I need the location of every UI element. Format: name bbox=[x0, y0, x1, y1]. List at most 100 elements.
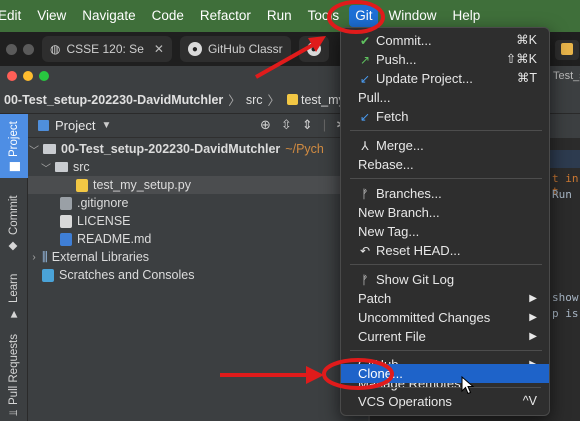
browser-tab-title: GitHub Classr bbox=[207, 42, 283, 56]
tool-window-strip: ▆ Project ◆ Commit ▼ Learn ⫫ Pull Reques… bbox=[0, 114, 28, 421]
menu-item-reset-head[interactable]: ↶ Reset HEAD... bbox=[341, 241, 549, 260]
browser-tab[interactable] bbox=[555, 40, 579, 60]
tab-label: Learn bbox=[8, 273, 20, 303]
menu-view[interactable]: View bbox=[29, 0, 74, 32]
code-fragment: p is bbox=[552, 307, 579, 320]
menu-item-label: New Tag... bbox=[358, 224, 420, 239]
menu-item-label: Rebase... bbox=[358, 157, 414, 172]
tree-item-license[interactable]: LICENSE bbox=[28, 212, 368, 230]
breadcrumb-project[interactable]: 00-Test_setup-202230-DavidMutchler bbox=[4, 93, 223, 107]
menu-item-shortcut: ^V bbox=[522, 394, 537, 408]
menu-separator bbox=[350, 264, 542, 265]
code-fragment: Run bbox=[552, 188, 572, 201]
tab-commit[interactable]: ◆ Commit bbox=[4, 186, 24, 254]
menu-item-branches[interactable]: ᚠ Branches... bbox=[341, 184, 549, 203]
merge-icon: ⅄ bbox=[361, 138, 369, 153]
tree-item-project-root[interactable]: ﹀ 00-Test_setup-202230-DavidMutchler ~/P… bbox=[28, 140, 368, 158]
folder-icon: ▆ bbox=[8, 161, 20, 171]
browser-tab[interactable]: ◍ CSSE 120: Se ✕ bbox=[42, 36, 172, 62]
python-file-icon bbox=[76, 178, 88, 192]
menu-refactor[interactable]: Refactor bbox=[192, 0, 259, 32]
menu-item-label: Patch bbox=[358, 291, 392, 306]
ide-close-button[interactable] bbox=[7, 71, 17, 81]
menu-navigate[interactable]: Navigate bbox=[74, 0, 143, 32]
menu-item-new-tag[interactable]: New Tag... bbox=[341, 222, 549, 241]
tree-item-gitignore[interactable]: .gitignore bbox=[28, 194, 368, 212]
menu-item-label: Clone... bbox=[358, 366, 403, 381]
tab-pull-requests[interactable]: ⫫ Pull Requests bbox=[4, 326, 24, 416]
tree-item-readme[interactable]: README.md bbox=[28, 230, 368, 248]
window-minimize-button[interactable] bbox=[23, 43, 34, 55]
tree-item-label: External Libraries bbox=[51, 250, 150, 264]
project-icon bbox=[38, 120, 49, 131]
menu-git[interactable]: Git bbox=[349, 5, 379, 27]
tree-item-src[interactable]: ﹀ src bbox=[28, 158, 368, 176]
menu-item-vcs-operations[interactable]: VCS Operations ^V bbox=[341, 392, 549, 411]
tree-item-scratches[interactable]: Scratches and Consoles bbox=[28, 266, 368, 284]
menu-tools[interactable]: Tools bbox=[300, 0, 348, 32]
menu-item-label: Pull... bbox=[358, 90, 391, 105]
menu-item-new-branch[interactable]: New Branch... bbox=[341, 203, 549, 222]
menu-item-uncommitted-changes[interactable]: Uncommitted Changes ▶ bbox=[341, 308, 549, 327]
panel-title[interactable]: Project bbox=[55, 118, 95, 133]
menu-item-label: Show Git Log bbox=[376, 272, 455, 287]
chevron-right-icon[interactable]: › bbox=[28, 252, 40, 263]
globe-icon: ◍ bbox=[50, 42, 61, 56]
browser-tab[interactable]: ● bbox=[298, 36, 329, 62]
menu-item-clone[interactable]: Clone... bbox=[341, 364, 549, 383]
close-icon[interactable]: ✕ bbox=[154, 42, 164, 56]
tree-item-external-libraries[interactable]: › ⫼ External Libraries bbox=[28, 248, 368, 266]
menu-item-rebase[interactable]: Rebase... bbox=[341, 155, 549, 174]
menu-item-fetch[interactable]: ↙ Fetch bbox=[341, 107, 549, 126]
menu-item-label: Branches... bbox=[376, 186, 442, 201]
menu-item-label: Fetch bbox=[376, 109, 409, 124]
menu-item-pull[interactable]: Pull... bbox=[341, 88, 549, 107]
markdown-file-icon bbox=[60, 232, 72, 246]
browser-tab-title: CSSE 120: Se bbox=[66, 42, 144, 56]
menu-code[interactable]: Code bbox=[144, 0, 192, 32]
menu-item-label: Commit... bbox=[376, 33, 432, 48]
menu-item-current-file[interactable]: Current File ▶ bbox=[341, 327, 549, 346]
tab-project[interactable]: ▆ Project bbox=[0, 114, 28, 178]
tab-learn[interactable]: ▼ Learn bbox=[4, 260, 24, 320]
menu-edit[interactable]: Edit bbox=[0, 0, 29, 32]
menu-item-commit[interactable]: ✔ Commit... ⌘K bbox=[341, 31, 549, 50]
branch-icon: ᚠ bbox=[361, 272, 369, 287]
ide-minimize-button[interactable] bbox=[23, 71, 33, 81]
menu-item-label: Update Project... bbox=[376, 71, 473, 86]
menu-item-shortcut: ⌘K bbox=[516, 33, 537, 47]
collapse-all-icon[interactable]: ⇕ bbox=[302, 117, 313, 133]
tree-item-path: ~/Pych bbox=[285, 142, 324, 156]
window-close-button[interactable] bbox=[6, 43, 17, 55]
menu-run[interactable]: Run bbox=[259, 0, 300, 32]
ide-zoom-button[interactable] bbox=[39, 71, 49, 81]
menu-item-update-project[interactable]: ↙ Update Project... ⌘T bbox=[341, 69, 549, 88]
menu-item-label: Merge... bbox=[376, 138, 424, 153]
github-icon: ● bbox=[187, 42, 202, 56]
code-fragment: show bbox=[552, 291, 579, 304]
chevron-down-icon[interactable]: ﹀ bbox=[28, 142, 40, 157]
menu-separator bbox=[350, 178, 542, 179]
tree-item-test-my-setup[interactable]: test_my_setup.py bbox=[28, 176, 368, 194]
panel-toolbar: ⊕ ⇳ ⇕ | ✲ bbox=[260, 117, 347, 133]
window-title-fragment: Test_s bbox=[551, 66, 580, 86]
tree-item-label: LICENSE bbox=[77, 214, 131, 228]
project-panel-header: Project ▼ ⊕ ⇳ ⇕ | ✲ bbox=[28, 114, 368, 138]
menu-item-push[interactable]: ↗ Push... ⇧⌘K bbox=[341, 50, 549, 69]
menu-item-patch[interactable]: Patch ▶ bbox=[341, 289, 549, 308]
menu-item-label: Push... bbox=[376, 52, 417, 67]
browser-tab[interactable]: ● GitHub Classr bbox=[179, 36, 291, 62]
check-icon: ✔ bbox=[359, 33, 371, 48]
chevron-down-icon[interactable]: ﹀ bbox=[40, 160, 52, 175]
pull-request-icon: ⫫ bbox=[8, 409, 20, 416]
divider: | bbox=[322, 117, 327, 132]
github-icon: ● bbox=[306, 42, 321, 56]
locate-icon[interactable]: ⊕ bbox=[260, 117, 271, 133]
python-file-icon bbox=[287, 94, 298, 105]
breadcrumb-folder[interactable]: src bbox=[246, 93, 263, 107]
expand-all-icon[interactable]: ⇳ bbox=[281, 117, 292, 133]
menu-item-label: Current File bbox=[358, 329, 426, 344]
menu-item-merge[interactable]: ⅄ Merge... bbox=[341, 136, 549, 155]
chevron-down-icon[interactable]: ▼ bbox=[101, 120, 111, 131]
menu-item-show-git-log[interactable]: ᚠ Show Git Log bbox=[341, 270, 549, 289]
